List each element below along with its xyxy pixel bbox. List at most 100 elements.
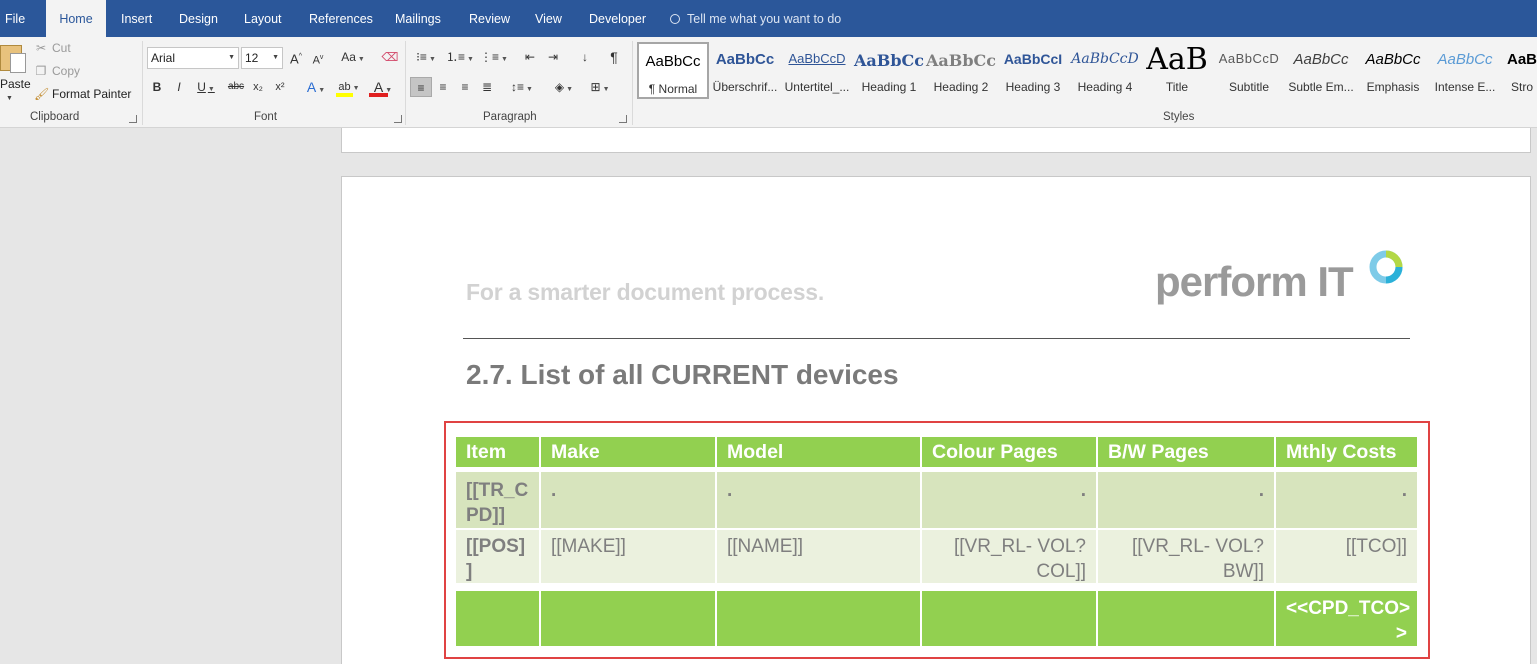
tab-design[interactable]: Design <box>179 0 218 37</box>
borders-button[interactable]: ⊞ ▼ <box>585 77 615 97</box>
tab-mailings[interactable]: Mailings <box>395 0 441 37</box>
borders-icon: ⊞ <box>590 80 601 94</box>
paste-button[interactable]: Paste <box>0 77 31 91</box>
outdent-icon: ⇤ <box>524 50 536 64</box>
table-footer-cell[interactable] <box>541 591 715 646</box>
font-color-button[interactable]: A ▼ <box>368 77 398 97</box>
strikethrough-button[interactable]: abc <box>226 77 246 97</box>
subscript-button[interactable]: x₂ <box>250 77 266 97</box>
table-footer-cell[interactable] <box>922 591 1096 646</box>
show-formatting-button[interactable]: ¶ <box>605 47 623 67</box>
font-size-select[interactable]: 12 ▼ <box>241 47 283 69</box>
shrink-font-button[interactable]: Av <box>310 48 326 68</box>
tell-me-search[interactable]: Tell me what you want to do <box>670 0 841 37</box>
shading-button[interactable]: ◈ ▼ <box>549 77 579 97</box>
style-preview: AaBbCc <box>854 51 924 70</box>
clear-formatting-button[interactable]: ⌫ <box>380 47 400 67</box>
cut-button[interactable]: ✂ Cut <box>34 41 71 55</box>
style-heading-4[interactable]: AaBbCcD Heading 4 <box>1069 42 1141 99</box>
style-preview: AaBbCcI <box>1003 51 1063 67</box>
table-cell[interactable]: . <box>1276 472 1417 528</box>
table-cell[interactable]: . <box>1098 472 1274 528</box>
style-emphasis[interactable]: AaBbCc Emphasis <box>1357 42 1429 99</box>
paste-icon[interactable] <box>0 45 28 73</box>
tab-developer[interactable]: Developer <box>589 0 646 37</box>
tab-review[interactable]: Review <box>469 0 510 37</box>
table-cell[interactable]: [[POS] ] <box>456 530 539 583</box>
align-left-icon: ≡ <box>417 81 425 95</box>
style-normal[interactable]: AaBbCc ¶ Normal <box>637 42 709 99</box>
table-cell[interactable]: [[VR_RL- VOL?BW]] <box>1098 530 1274 583</box>
bold-button[interactable]: B <box>150 77 164 97</box>
table-footer-cell[interactable] <box>717 591 920 646</box>
style-title[interactable]: AaB Title <box>1141 42 1213 99</box>
style-label: Heading 1 <box>861 80 917 94</box>
copy-button[interactable]: ❐ Copy <box>34 64 80 78</box>
tab-home[interactable]: Home <box>46 0 106 37</box>
table-header-cell[interactable]: Model <box>717 437 920 467</box>
style-intense-emphasis[interactable]: AaBbCc Intense E... <box>1429 42 1501 99</box>
style-untertitel[interactable]: AaBbCcD Untertitel_... <box>781 42 853 99</box>
align-left-button[interactable]: ≡ <box>410 77 432 97</box>
change-case-button[interactable]: Aa ▼ <box>338 47 368 67</box>
style-heading-3[interactable]: AaBbCcI Heading 3 <box>997 42 1069 99</box>
table-cell[interactable]: . <box>541 472 715 528</box>
bullets-button[interactable]: ⁝≡ ▼ <box>412 47 440 67</box>
paste-dropdown-icon[interactable]: ▼ <box>6 95 13 102</box>
tab-view[interactable]: View <box>535 0 562 37</box>
tab-layout[interactable]: Layout <box>244 0 282 37</box>
table-cell[interactable]: . <box>922 472 1096 528</box>
table-cell[interactable]: [[TCO]] <box>1276 530 1417 583</box>
align-right-button[interactable]: ≡ <box>455 77 475 97</box>
section-heading[interactable]: 2.7. List of all CURRENT devices <box>466 359 899 391</box>
format-painter-button[interactable]: 🖌 Format Painter <box>34 87 131 101</box>
justify-button[interactable]: ≣ <box>477 77 497 97</box>
table-header-cell[interactable]: Mthly Costs <box>1276 437 1417 467</box>
table-header-cell[interactable]: B/W Pages <box>1098 437 1274 467</box>
style-preview: AaBbCcD <box>1071 51 1139 67</box>
align-right-icon: ≡ <box>461 80 469 94</box>
tab-file[interactable]: File <box>5 0 25 37</box>
style-subtle-emphasis[interactable]: AaBbCc Subtle Em... <box>1285 42 1357 99</box>
table-header-cell[interactable]: Colour Pages <box>922 437 1096 467</box>
style-ueberschrift[interactable]: AaBbCc Überschrif... <box>709 42 781 99</box>
numbering-button[interactable]: ⒈≡ ▼ <box>446 47 474 67</box>
table-header-cell[interactable]: Item <box>456 437 539 467</box>
grow-font-button[interactable]: A^ <box>288 47 304 67</box>
paintbrush-icon: 🖌 <box>34 87 50 101</box>
superscript-button[interactable]: x² <box>272 77 288 97</box>
style-strong[interactable]: AaB Stro <box>1501 42 1537 99</box>
italic-button[interactable]: I <box>172 77 186 97</box>
table-footer-cell[interactable] <box>456 591 539 646</box>
sort-icon: ↓ <box>582 50 588 64</box>
font-name-select[interactable]: Arial ▼ <box>147 47 239 69</box>
table-cell[interactable]: [[MAKE]] <box>541 530 715 583</box>
multilevel-list-button[interactable]: ⋮≡ ▼ <box>480 47 508 67</box>
clipboard-launcher-icon[interactable] <box>129 115 137 123</box>
style-heading-2[interactable]: AaBbCc Heading 2 <box>925 42 997 99</box>
sort-button[interactable]: ↓ <box>575 47 595 67</box>
style-preview: AaBbCcD <box>788 51 846 66</box>
table-footer-cell[interactable]: <<CPD_TCO> > <box>1276 591 1417 646</box>
tab-insert[interactable]: Insert <box>121 0 152 37</box>
underline-button[interactable]: U ▼ <box>194 77 218 97</box>
font-name-value: Arial <box>151 51 176 65</box>
line-spacing-button[interactable]: ↕≡ ▼ <box>507 77 537 97</box>
table-header-cell[interactable]: Make <box>541 437 715 467</box>
decrease-indent-button[interactable]: ⇤ <box>520 47 540 67</box>
paragraph-launcher-icon[interactable] <box>619 115 627 123</box>
increase-indent-button[interactable]: ⇥ <box>543 47 563 67</box>
table-cell[interactable]: [[VR_RL- VOL?COL]] <box>922 530 1096 583</box>
font-launcher-icon[interactable] <box>394 115 402 123</box>
table-cell[interactable]: . <box>717 472 920 528</box>
align-center-button[interactable]: ≡ <box>433 77 453 97</box>
style-heading-1[interactable]: AaBbCc Heading 1 <box>853 42 925 99</box>
style-subtitle[interactable]: AaBbCcD Subtitle <box>1213 42 1285 99</box>
table-cell[interactable]: [[TR_C PD]] <box>456 472 539 528</box>
table-footer-cell[interactable] <box>1098 591 1274 646</box>
tab-references[interactable]: References <box>309 0 373 37</box>
table-cell[interactable]: [[NAME]] <box>717 530 920 583</box>
highlight-color-button[interactable]: ab ▼ <box>335 77 363 97</box>
text-effects-button[interactable]: A ▼ <box>303 77 329 97</box>
style-label: Emphasis <box>1366 80 1420 94</box>
